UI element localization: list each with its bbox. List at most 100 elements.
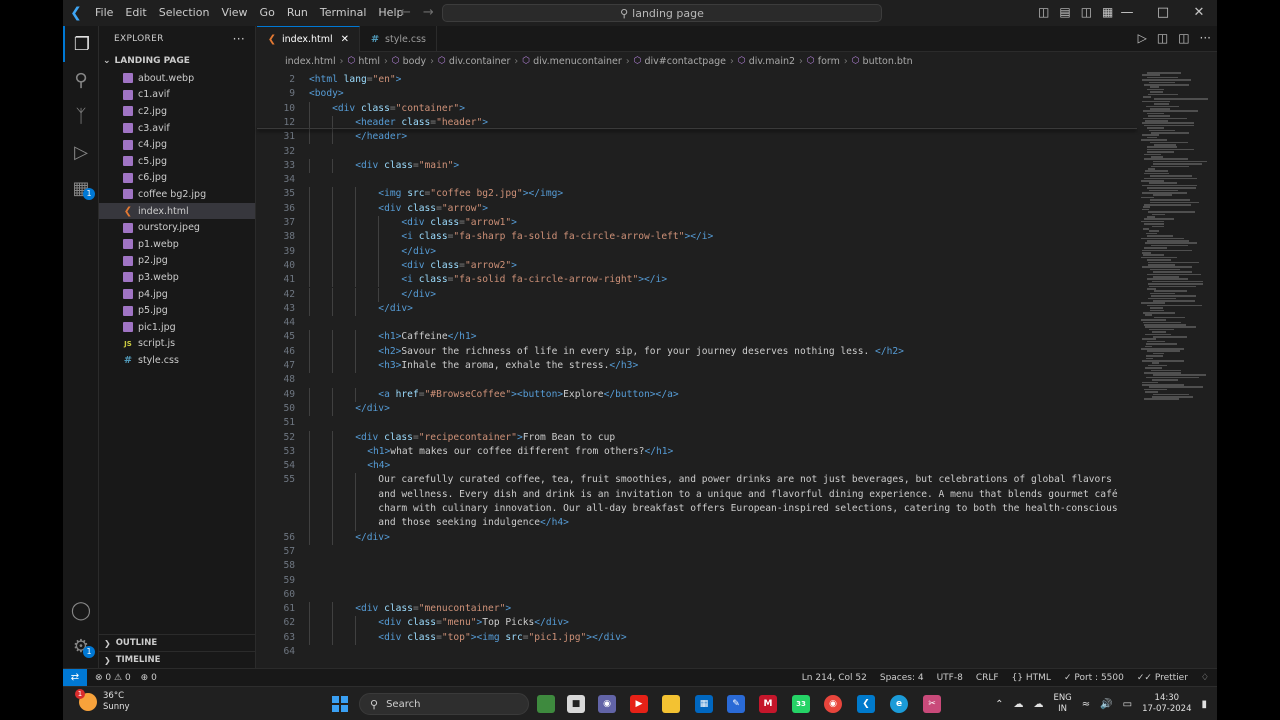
whatsapp-icon[interactable]: 33 bbox=[792, 695, 810, 713]
more-actions-icon[interactable]: ··· bbox=[1200, 31, 1211, 45]
outline-section[interactable]: ❯ OUTLINE bbox=[99, 634, 256, 651]
file-item[interactable]: # style.css bbox=[99, 352, 255, 369]
app-icon[interactable]: ✎ bbox=[727, 695, 745, 713]
file-item[interactable]: c3.avif bbox=[99, 120, 255, 137]
taskbar-search[interactable]: ⚲ Search bbox=[359, 693, 529, 715]
breadcrumb-item[interactable]: button.btn bbox=[863, 56, 913, 67]
menu-run[interactable]: Run bbox=[281, 0, 314, 26]
store-icon[interactable]: ▦ bbox=[695, 695, 713, 713]
forward-arrow-icon[interactable]: → bbox=[423, 5, 434, 20]
run-icon[interactable]: ▷ bbox=[1138, 31, 1147, 45]
account-icon[interactable]: ◯ bbox=[63, 592, 99, 628]
breadcrumb-item[interactable]: html bbox=[358, 56, 380, 67]
live-server-port[interactable]: ✓ Port : 5500 bbox=[1064, 673, 1124, 683]
timeline-section[interactable]: ❯ TIMELINE bbox=[99, 651, 256, 668]
breadcrumb-item[interactable]: div.main2 bbox=[749, 56, 795, 67]
command-center-search[interactable]: ⚲ landing page bbox=[442, 4, 882, 22]
workspace-folder[interactable]: ⌄ LANDING PAGE bbox=[99, 52, 255, 70]
language-mode[interactable]: {} HTML bbox=[1012, 673, 1051, 683]
file-explorer-icon[interactable] bbox=[662, 695, 680, 713]
code-editor[interactable]: 2 <html lang="en"> 9 <body> 10 <div class="co… bbox=[257, 70, 1137, 668]
vscode-taskbar-icon[interactable]: ❮ bbox=[857, 695, 875, 713]
open-preview-icon[interactable]: ◫ bbox=[1157, 31, 1168, 45]
copilot-icon[interactable] bbox=[537, 695, 555, 713]
teams-icon[interactable]: ◉ bbox=[598, 695, 616, 713]
menu-selection[interactable]: Selection bbox=[153, 0, 216, 26]
tab-index-html[interactable]: ❮ index.html ✕ bbox=[257, 26, 361, 52]
file-item[interactable]: c6.jpg bbox=[99, 170, 255, 187]
split-editor-icon[interactable]: ◫ bbox=[1178, 31, 1189, 45]
windows-start-icon[interactable] bbox=[332, 696, 348, 712]
breadcrumb-item[interactable]: form bbox=[818, 56, 840, 67]
youtube-icon[interactable]: ▶ bbox=[630, 695, 648, 713]
notifications-bell-icon[interactable]: ♢ bbox=[1201, 673, 1209, 683]
file-item[interactable]: p2.jpg bbox=[99, 253, 255, 270]
problems-indicator[interactable]: ⊗ 0 ⚠ 0 bbox=[95, 673, 131, 683]
file-item[interactable]: p3.webp bbox=[99, 269, 255, 286]
explorer-icon[interactable]: ❐ bbox=[63, 26, 99, 62]
source-control-icon[interactable]: ᛉ bbox=[63, 98, 99, 134]
tab-style-css[interactable]: # style.css bbox=[360, 26, 437, 52]
toggle-secondary-sidebar-icon[interactable]: ◫ bbox=[1081, 5, 1092, 19]
volume-icon[interactable]: 🔊 bbox=[1100, 699, 1112, 710]
chevron-up-icon[interactable]: ⌃ bbox=[995, 699, 1003, 710]
menu-edit[interactable]: Edit bbox=[119, 0, 152, 26]
breadcrumb-item[interactable]: div#contactpage bbox=[644, 56, 726, 67]
onedrive-icon[interactable]: ☁ bbox=[1013, 699, 1023, 710]
file-item[interactable]: c2.jpg bbox=[99, 103, 255, 120]
more-actions-icon[interactable]: ··· bbox=[233, 32, 245, 46]
maximize-icon[interactable]: □ bbox=[1145, 0, 1181, 26]
file-item[interactable]: coffee bg2.jpg bbox=[99, 186, 255, 203]
file-item[interactable]: p4.jpg bbox=[99, 286, 255, 303]
menu-terminal[interactable]: Terminal bbox=[314, 0, 373, 26]
menu-go[interactable]: Go bbox=[254, 0, 281, 26]
menu-view[interactable]: View bbox=[215, 0, 253, 26]
back-arrow-icon[interactable]: ← bbox=[400, 5, 411, 20]
prettier-status[interactable]: ✓✓ Prettier bbox=[1137, 673, 1188, 683]
file-item[interactable]: JS script.js bbox=[99, 336, 255, 353]
file-item[interactable]: p5.jpg bbox=[99, 302, 255, 319]
file-item[interactable]: c5.jpg bbox=[99, 153, 255, 170]
menu-file[interactable]: File bbox=[89, 0, 119, 26]
breadcrumb-item[interactable]: index.html bbox=[285, 56, 336, 67]
file-item[interactable]: ❮ index.html bbox=[99, 202, 255, 220]
mcafee-icon[interactable]: M bbox=[759, 695, 777, 713]
language-indicator[interactable]: ENG IN bbox=[1053, 693, 1071, 715]
notification-icon[interactable]: ▮ bbox=[1201, 699, 1207, 710]
file-item[interactable]: c4.jpg bbox=[99, 136, 255, 153]
end-of-line[interactable]: CRLF bbox=[976, 673, 999, 683]
toggle-panel-icon[interactable]: ▤ bbox=[1059, 5, 1070, 19]
breadcrumb-item[interactable]: div.container bbox=[449, 56, 511, 67]
battery-icon[interactable]: ▭ bbox=[1123, 699, 1132, 710]
edge-icon[interactable]: e bbox=[890, 695, 908, 713]
wifi-icon[interactable]: ≈ bbox=[1082, 699, 1090, 710]
task-view-icon[interactable]: ■ bbox=[567, 695, 585, 713]
search-view-icon[interactable]: ⚲ bbox=[63, 62, 99, 98]
close-window-icon[interactable]: ✕ bbox=[1181, 0, 1217, 26]
cursor-position[interactable]: Ln 214, Col 52 bbox=[802, 673, 867, 683]
minimize-icon[interactable]: — bbox=[1109, 0, 1145, 26]
chrome-icon[interactable]: ◉ bbox=[824, 695, 842, 713]
minimap[interactable] bbox=[1137, 70, 1208, 668]
clock[interactable]: 14:30 17-07-2024 bbox=[1142, 693, 1191, 715]
breadcrumb-item[interactable]: div.menucontainer bbox=[533, 56, 622, 67]
cloud-icon[interactable]: ☁ bbox=[1033, 699, 1043, 710]
close-tab-icon[interactable]: ✕ bbox=[341, 34, 349, 45]
file-item[interactable]: about.webp bbox=[99, 70, 255, 87]
encoding[interactable]: UTF-8 bbox=[937, 673, 963, 683]
snipping-tool-icon[interactable]: ✂ bbox=[923, 695, 941, 713]
weather-widget[interactable]: 1 36°C Sunny bbox=[75, 689, 130, 713]
toggle-sidebar-icon[interactable]: ◫ bbox=[1038, 5, 1049, 19]
file-item[interactable]: ourstory.jpeg bbox=[99, 219, 255, 236]
manage-gear-icon[interactable]: ⚙ 1 bbox=[63, 628, 99, 664]
breadcrumb-item[interactable]: body bbox=[403, 56, 427, 67]
remote-icon[interactable]: ⇄ bbox=[63, 669, 87, 686]
code-token: </h2> bbox=[875, 345, 904, 357]
indentation[interactable]: Spaces: 4 bbox=[880, 673, 924, 683]
file-item[interactable]: p1.webp bbox=[99, 236, 255, 253]
run-debug-icon[interactable]: ▷ bbox=[63, 134, 99, 170]
file-item[interactable]: c1.avif bbox=[99, 87, 255, 104]
ports-indicator[interactable]: ⊕ 0 bbox=[141, 673, 157, 683]
file-item[interactable]: pic1.jpg bbox=[99, 319, 255, 336]
extensions-icon[interactable]: ▦ 1 bbox=[63, 170, 99, 206]
